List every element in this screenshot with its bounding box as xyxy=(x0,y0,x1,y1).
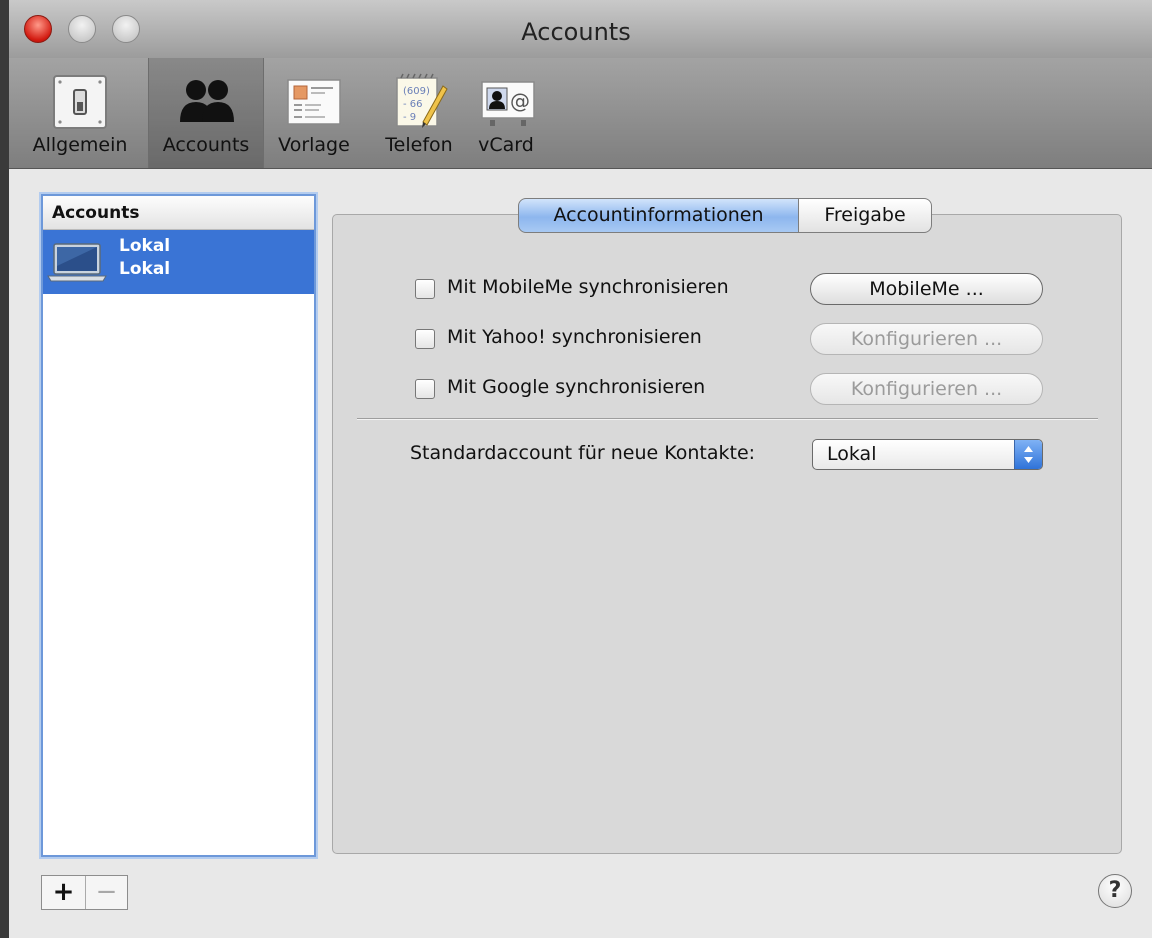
yahoo-configure-button[interactable]: Konfigurieren ... xyxy=(810,323,1043,355)
default-account-select[interactable]: Lokal xyxy=(812,439,1043,470)
remove-account-button[interactable]: − xyxy=(85,876,128,909)
add-remove-control: + − xyxy=(41,875,128,910)
select-arrows-icon xyxy=(1014,440,1042,469)
google-sync-checkbox[interactable] xyxy=(415,379,435,399)
toolbar-item-allgemein[interactable]: Allgemein xyxy=(18,58,142,168)
account-name: Lokal xyxy=(119,236,171,256)
tab-bar: Accountinformationen Freigabe xyxy=(518,198,932,233)
svg-text:(609): (609) xyxy=(403,86,430,97)
yahoo-sync-checkbox[interactable] xyxy=(415,329,435,349)
laptop-icon xyxy=(47,243,107,282)
accounts-list[interactable]: Accounts Lokal Lokal xyxy=(41,194,316,857)
yahoo-sync-label: Mit Yahoo! synchronisieren xyxy=(447,326,702,348)
switch-icon xyxy=(53,75,107,129)
mobileme-sync-checkbox[interactable] xyxy=(415,279,435,299)
toolbar-item-accounts[interactable]: Accounts xyxy=(148,58,264,168)
toolbar-label-vorlage: Vorlage xyxy=(278,134,350,156)
preferences-window: Accounts Allgemein Accounts Vorlage (609… xyxy=(0,0,1152,938)
tab-accountinformationen[interactable]: Accountinformationen xyxy=(518,198,799,233)
accounts-list-header: Accounts xyxy=(43,196,314,230)
toolbar-label-telefon: Telefon xyxy=(385,134,453,156)
toolbar-item-vcard[interactable]: @ vCard xyxy=(462,58,550,168)
list-item[interactable]: Lokal Lokal xyxy=(43,230,314,294)
toolbar-label-allgemein: Allgemein xyxy=(32,134,128,156)
svg-text:@: @ xyxy=(510,89,530,113)
window-edge xyxy=(0,0,9,938)
people-icon xyxy=(180,80,234,122)
google-configure-button[interactable]: Konfigurieren ... xyxy=(810,373,1043,405)
default-account-value: Lokal xyxy=(827,443,877,465)
toolbar-label-accounts: Accounts xyxy=(162,134,250,156)
toolbar-item-telefon[interactable]: (609) - 66 - 9 Telefon xyxy=(372,58,466,168)
tab-panel xyxy=(332,214,1122,854)
mobileme-button[interactable]: MobileMe ... xyxy=(810,273,1043,305)
vcard-icon: @ xyxy=(481,81,535,126)
tab-freigabe[interactable]: Freigabe xyxy=(798,198,932,233)
help-button[interactable]: ? xyxy=(1098,874,1132,908)
window-title: Accounts xyxy=(521,18,631,46)
account-subtitle: Lokal xyxy=(119,259,171,279)
add-account-button[interactable]: + xyxy=(42,876,86,909)
separator xyxy=(357,418,1098,420)
svg-text:- 66: - 66 xyxy=(403,99,423,110)
toolbar-label-vcard: vCard xyxy=(478,134,534,156)
card-template-icon xyxy=(287,79,341,125)
google-sync-label: Mit Google synchronisieren xyxy=(447,376,706,398)
phone-notepad-icon: (609) - 66 - 9 xyxy=(396,73,448,128)
mobileme-sync-label: Mit MobileMe synchronisieren xyxy=(447,276,729,298)
default-account-label: Standardaccount für neue Kontakte: xyxy=(410,442,756,464)
toolbar-item-vorlage[interactable]: Vorlage xyxy=(262,58,366,168)
svg-text:- 9: - 9 xyxy=(403,112,416,123)
